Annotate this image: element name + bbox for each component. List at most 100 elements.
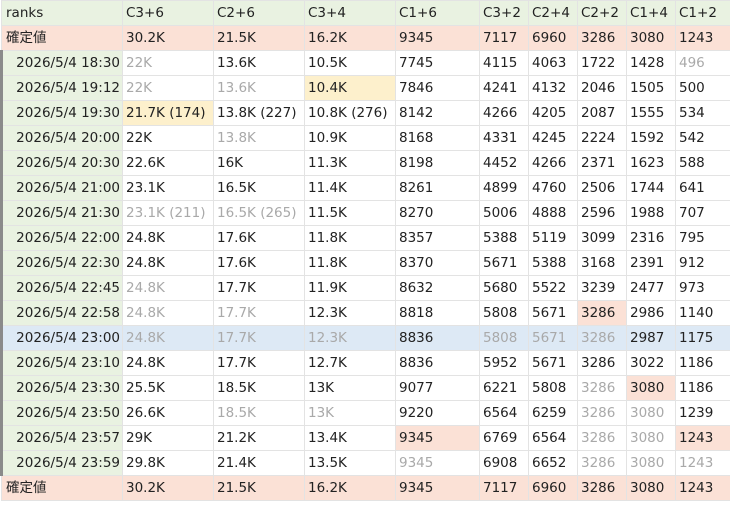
column-header[interactable]: C2+6 xyxy=(213,0,305,26)
value-cell[interactable]: 12.3K xyxy=(304,300,396,326)
value-cell[interactable]: 17.6K xyxy=(213,250,305,276)
value-cell[interactable]: 1239 xyxy=(675,400,730,426)
value-cell[interactable]: 1744 xyxy=(626,175,676,201)
value-cell[interactable]: 6769 xyxy=(479,425,529,451)
value-cell[interactable]: 4245 xyxy=(528,125,578,151)
value-cell[interactable]: 5808 xyxy=(479,300,529,326)
value-cell[interactable]: 3080 xyxy=(626,425,676,451)
value-cell[interactable]: 6652 xyxy=(528,450,578,476)
value-cell[interactable]: 973 xyxy=(675,275,730,301)
final-value-cell[interactable]: 30.2K xyxy=(122,25,214,51)
final-value-cell[interactable]: 3286 xyxy=(577,475,627,501)
value-cell[interactable]: 10.8K (276) xyxy=(304,100,396,126)
final-value-cell[interactable]: 16.2K xyxy=(304,475,396,501)
timestamp-cell[interactable]: 2026/5/4 23:10 xyxy=(0,350,123,376)
value-cell[interactable]: 3168 xyxy=(577,250,627,276)
column-header[interactable]: C1+6 xyxy=(395,0,480,26)
value-cell[interactable]: 4205 xyxy=(528,100,578,126)
value-cell[interactable]: 10.5K xyxy=(304,50,396,76)
value-cell[interactable]: 1988 xyxy=(626,200,676,226)
value-cell[interactable]: 5388 xyxy=(479,225,529,251)
value-cell[interactable]: 22.6K xyxy=(122,150,214,176)
value-cell[interactable]: 8370 xyxy=(395,250,480,276)
value-cell[interactable]: 707 xyxy=(675,200,730,226)
timestamp-cell[interactable]: 2026/5/4 23:59 xyxy=(0,450,123,476)
column-header[interactable]: C1+4 xyxy=(626,0,676,26)
value-cell[interactable]: 7846 xyxy=(395,75,480,101)
timestamp-cell[interactable]: 2026/5/4 22:58 xyxy=(0,300,123,326)
value-cell[interactable]: 6564 xyxy=(528,425,578,451)
value-cell[interactable]: 8836 xyxy=(395,350,480,376)
timestamp-cell[interactable]: 2026/5/4 22:45 xyxy=(0,275,123,301)
final-value-cell[interactable]: 9345 xyxy=(395,25,480,51)
value-cell[interactable]: 13.8K xyxy=(213,125,305,151)
value-cell[interactable]: 18.5K xyxy=(213,400,305,426)
value-cell[interactable]: 4331 xyxy=(479,125,529,151)
timestamp-cell[interactable]: 2026/5/4 22:30 xyxy=(0,250,123,276)
value-cell[interactable]: 1175 xyxy=(675,325,730,351)
value-cell[interactable]: 11.9K xyxy=(304,275,396,301)
value-cell[interactable]: 24.8K xyxy=(122,225,214,251)
timestamp-cell[interactable]: 2026/5/4 23:50 xyxy=(0,400,123,426)
value-cell[interactable]: 6259 xyxy=(528,400,578,426)
timestamp-cell[interactable]: 2026/5/4 23:57 xyxy=(0,425,123,451)
value-cell[interactable]: 912 xyxy=(675,250,730,276)
value-cell[interactable]: 1623 xyxy=(626,150,676,176)
value-cell[interactable]: 1555 xyxy=(626,100,676,126)
value-cell[interactable]: 9345 xyxy=(395,425,480,451)
value-cell[interactable]: 2506 xyxy=(577,175,627,201)
value-cell[interactable]: 22K xyxy=(122,75,214,101)
value-cell[interactable]: 8198 xyxy=(395,150,480,176)
value-cell[interactable]: 588 xyxy=(675,150,730,176)
value-cell[interactable]: 25.5K xyxy=(122,375,214,401)
value-cell[interactable]: 500 xyxy=(675,75,730,101)
value-cell[interactable]: 22K xyxy=(122,50,214,76)
value-cell[interactable]: 4132 xyxy=(528,75,578,101)
value-cell[interactable]: 13.6K xyxy=(213,75,305,101)
value-cell[interactable]: 16.5K xyxy=(213,175,305,201)
value-cell[interactable]: 11.8K xyxy=(304,225,396,251)
value-cell[interactable]: 5671 xyxy=(528,325,578,351)
value-cell[interactable]: 6564 xyxy=(479,400,529,426)
value-cell[interactable]: 29K xyxy=(122,425,214,451)
value-cell[interactable]: 2316 xyxy=(626,225,676,251)
value-cell[interactable]: 1505 xyxy=(626,75,676,101)
value-cell[interactable]: 8261 xyxy=(395,175,480,201)
value-cell[interactable]: 1186 xyxy=(675,350,730,376)
value-cell[interactable]: 3080 xyxy=(626,400,676,426)
final-value-cell[interactable]: 3080 xyxy=(626,25,676,51)
value-cell[interactable]: 4063 xyxy=(528,50,578,76)
value-cell[interactable]: 21.2K xyxy=(213,425,305,451)
value-cell[interactable]: 2224 xyxy=(577,125,627,151)
value-cell[interactable]: 4241 xyxy=(479,75,529,101)
value-cell[interactable]: 5671 xyxy=(528,350,578,376)
value-cell[interactable]: 542 xyxy=(675,125,730,151)
value-cell[interactable]: 3286 xyxy=(577,450,627,476)
value-cell[interactable]: 641 xyxy=(675,175,730,201)
value-cell[interactable]: 23.1K (211) xyxy=(122,200,214,226)
value-cell[interactable]: 3286 xyxy=(577,350,627,376)
value-cell[interactable]: 3286 xyxy=(577,325,627,351)
value-cell[interactable]: 1722 xyxy=(577,50,627,76)
value-cell[interactable]: 8142 xyxy=(395,100,480,126)
value-cell[interactable]: 3080 xyxy=(626,450,676,476)
value-cell[interactable]: 9345 xyxy=(395,450,480,476)
final-value-cell[interactable]: 7117 xyxy=(479,25,529,51)
value-cell[interactable]: 2986 xyxy=(626,300,676,326)
value-cell[interactable]: 1186 xyxy=(675,375,730,401)
timestamp-cell[interactable]: 2026/5/4 23:30 xyxy=(0,375,123,401)
value-cell[interactable]: 2046 xyxy=(577,75,627,101)
value-cell[interactable]: 8632 xyxy=(395,275,480,301)
final-value-cell[interactable]: 1243 xyxy=(675,475,730,501)
value-cell[interactable]: 24.8K xyxy=(122,250,214,276)
final-value-cell[interactable]: 21.5K xyxy=(213,25,305,51)
timestamp-cell[interactable]: 2026/5/4 23:00 xyxy=(0,325,123,351)
value-cell[interactable]: 12.3K xyxy=(304,325,396,351)
value-cell[interactable]: 2371 xyxy=(577,150,627,176)
value-cell[interactable]: 2596 xyxy=(577,200,627,226)
final-value-cell[interactable]: 6960 xyxy=(528,475,578,501)
value-cell[interactable]: 4760 xyxy=(528,175,578,201)
value-cell[interactable]: 5808 xyxy=(528,375,578,401)
value-cell[interactable]: 2987 xyxy=(626,325,676,351)
timestamp-cell[interactable]: 2026/5/4 21:30 xyxy=(0,200,123,226)
